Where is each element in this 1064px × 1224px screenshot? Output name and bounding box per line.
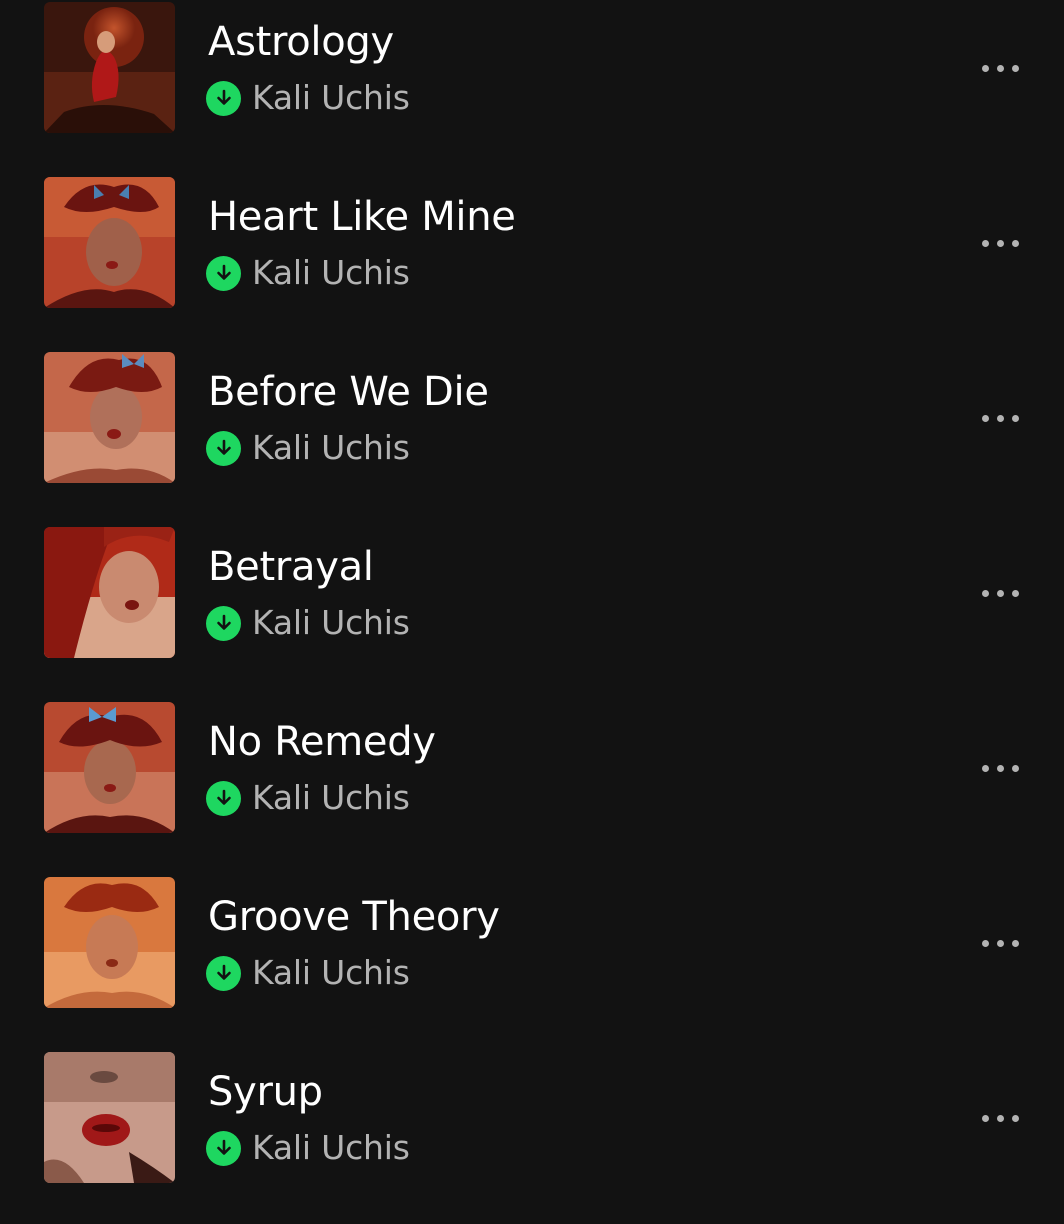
download-arrow-icon [206, 1130, 241, 1166]
more-options-icon-dot [996, 239, 1004, 247]
track-artist: Kali Uchis [252, 1128, 410, 1167]
more-options-icon [981, 64, 989, 72]
download-arrow-icon [206, 955, 241, 991]
track-subtitle: Kali Uchis [206, 953, 410, 993]
track-row[interactable]: Before We Die Kali Uchis [0, 350, 1064, 524]
album-cover [44, 177, 175, 308]
track-artist: Kali Uchis [252, 603, 410, 642]
more-options-button[interactable] [968, 223, 1032, 263]
track-subtitle: Kali Uchis [206, 778, 410, 818]
track-artist: Kali Uchis [252, 953, 410, 992]
more-options-button[interactable] [968, 748, 1032, 788]
track-subtitle: Kali Uchis [206, 78, 410, 118]
track-title: Groove Theory [208, 894, 500, 940]
track-row[interactable]: Astrology Kali Uchis [0, 0, 1064, 174]
album-cover [44, 1052, 175, 1183]
more-options-button[interactable] [968, 398, 1032, 438]
more-options-icon-dot [1011, 939, 1019, 947]
track-title: Before We Die [208, 369, 489, 415]
track-title: Astrology [208, 19, 394, 65]
track-title: Heart Like Mine [208, 194, 516, 240]
track-title: No Remedy [208, 719, 436, 765]
track-row[interactable]: Heart Like Mine Kali Uchis [0, 175, 1064, 349]
track-subtitle: Kali Uchis [206, 603, 410, 643]
more-options-icon-dot [996, 939, 1004, 947]
album-cover [44, 877, 175, 1008]
download-arrow-icon [206, 605, 241, 641]
track-row[interactable]: Groove Theory Kali Uchis [0, 875, 1064, 1049]
track-artist: Kali Uchis [252, 78, 410, 117]
more-options-icon-dot [996, 1114, 1004, 1122]
more-options-icon [981, 939, 989, 947]
track-list: Astrology Kali Uchis Heart Like Mine Kal… [0, 0, 1064, 1200]
album-cover [44, 527, 175, 658]
more-options-icon [981, 239, 989, 247]
track-subtitle: Kali Uchis [206, 428, 410, 468]
more-options-icon [981, 589, 989, 597]
album-cover [44, 352, 175, 483]
more-options-icon-dot [996, 414, 1004, 422]
more-options-icon-dot [996, 589, 1004, 597]
more-options-icon-dot [1011, 414, 1019, 422]
track-row[interactable]: Syrup Kali Uchis [0, 1050, 1064, 1224]
download-arrow-icon [206, 430, 241, 466]
more-options-icon-dot [1011, 1114, 1019, 1122]
track-subtitle: Kali Uchis [206, 1128, 410, 1168]
track-subtitle: Kali Uchis [206, 253, 410, 293]
more-options-icon-dot [996, 764, 1004, 772]
track-artist: Kali Uchis [252, 253, 410, 292]
album-cover [44, 2, 175, 133]
more-options-button[interactable] [968, 923, 1032, 963]
more-options-button[interactable] [968, 573, 1032, 613]
download-arrow-icon [206, 255, 241, 291]
more-options-icon-dot [996, 64, 1004, 72]
more-options-button[interactable] [968, 1098, 1032, 1138]
download-arrow-icon [206, 780, 241, 816]
more-options-icon-dot [1011, 239, 1019, 247]
more-options-icon [981, 764, 989, 772]
track-artist: Kali Uchis [252, 428, 410, 467]
track-row[interactable]: No Remedy Kali Uchis [0, 700, 1064, 874]
more-options-icon [981, 1114, 989, 1122]
album-cover [44, 702, 175, 833]
track-artist: Kali Uchis [252, 778, 410, 817]
track-row[interactable]: Betrayal Kali Uchis [0, 525, 1064, 699]
track-title: Betrayal [208, 544, 374, 590]
more-options-button[interactable] [968, 48, 1032, 88]
more-options-icon-dot [1011, 64, 1019, 72]
download-arrow-icon [206, 80, 241, 116]
more-options-icon-dot [1011, 589, 1019, 597]
track-title: Syrup [208, 1069, 323, 1115]
more-options-icon-dot [1011, 764, 1019, 772]
more-options-icon [981, 414, 989, 422]
